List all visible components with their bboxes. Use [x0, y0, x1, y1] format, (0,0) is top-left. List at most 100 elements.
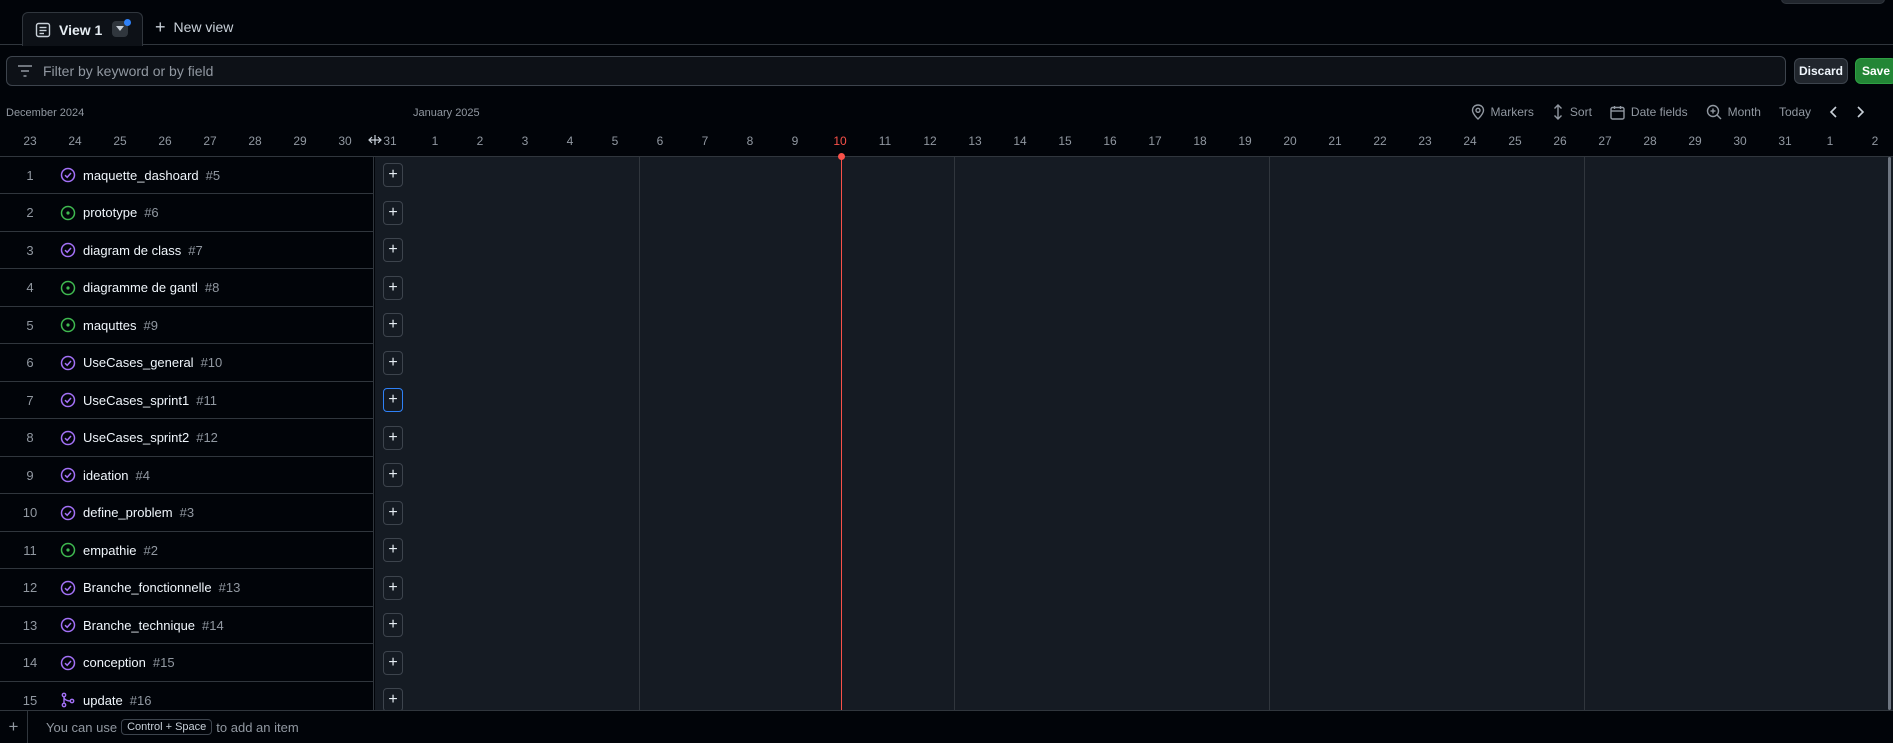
add-item-button[interactable]: +: [0, 710, 28, 743]
issue-closed-icon: [60, 505, 76, 521]
item-title-link[interactable]: prototype: [83, 205, 137, 220]
add-dates-button[interactable]: +: [383, 275, 403, 300]
day-label: 16: [1103, 134, 1117, 148]
add-dates-button[interactable]: +: [383, 688, 403, 712]
day-label: 26: [1553, 134, 1567, 148]
issue-number: #16: [129, 692, 152, 708]
day-label: 23: [1418, 134, 1432, 148]
plus-icon: +: [388, 503, 398, 521]
table-row[interactable]: 1 maquette_dashoard #5: [0, 157, 373, 194]
resize-arrows-icon: [368, 135, 382, 145]
issue-number: #4: [135, 467, 151, 483]
row-number: 3: [26, 242, 34, 258]
table-row[interactable]: 4 diagramme de gantl #8: [0, 270, 373, 307]
item-title-link[interactable]: empathie: [83, 543, 136, 558]
date-fields-button[interactable]: Date fields: [1610, 105, 1688, 120]
row-number: 14: [22, 655, 38, 670]
sort-button[interactable]: Sort: [1552, 104, 1592, 120]
previous-button[interactable]: [1829, 106, 1845, 118]
triangle-down-icon: [116, 26, 124, 31]
item-title-link[interactable]: diagramme de gantl: [83, 280, 198, 295]
table-row[interactable]: 14 conception #15: [0, 645, 373, 682]
issue-number: #6: [144, 205, 159, 220]
day-label: 14: [1013, 134, 1027, 148]
table-row[interactable]: 7 UseCases_sprint1 #11: [0, 382, 373, 419]
discard-button[interactable]: Discard: [1794, 58, 1848, 84]
filter-input[interactable]: Filter by keyword or by field: [6, 56, 1786, 86]
table-row[interactable]: 12 Branche_fonctionnelle #13: [0, 570, 373, 607]
item-title-link[interactable]: Branche_fonctionnelle: [83, 580, 212, 595]
item-title-link[interactable]: update: [83, 693, 123, 708]
add-dates-button[interactable]: +: [383, 350, 403, 375]
row-number: 4: [26, 280, 34, 295]
item-title-link[interactable]: UseCases_sprint2: [83, 430, 189, 445]
item-title-link[interactable]: UseCases_general: [83, 355, 194, 370]
add-dates-button[interactable]: +: [383, 313, 403, 337]
add-dates-button[interactable]: +: [383, 500, 403, 525]
item-title-link[interactable]: UseCases_sprint1: [83, 393, 189, 408]
add-dates-button[interactable]: +: [383, 388, 403, 412]
day-label: 28: [248, 134, 262, 148]
add-dates-button[interactable]: +: [383, 425, 403, 450]
issue-closed-icon: [60, 467, 76, 483]
table-row[interactable]: 15 update #16: [0, 682, 373, 710]
item-title-link[interactable]: maquttes: [83, 318, 136, 333]
column-resize-handle[interactable]: [368, 134, 382, 149]
table-row[interactable]: 2 prototype #6: [0, 195, 373, 232]
zoom-label: Month: [1727, 105, 1761, 119]
week-separator: [639, 157, 640, 710]
plus-icon: +: [388, 278, 398, 296]
row-number: 10: [22, 505, 38, 520]
window-controls[interactable]: [1781, 0, 1885, 4]
table-row[interactable]: 5 maquttes #9: [0, 307, 373, 344]
day-label: 15: [1058, 134, 1072, 148]
add-dates-button[interactable]: +: [383, 238, 403, 262]
add-dates-button[interactable]: +: [383, 463, 403, 487]
item-title-link[interactable]: conception: [83, 655, 146, 670]
vertical-scrollbar[interactable]: [1888, 157, 1891, 710]
day-label: 27: [1598, 134, 1612, 148]
row-number: 8: [26, 430, 34, 445]
table-row[interactable]: 13 Branche_technique #14: [0, 607, 373, 644]
add-dates-button[interactable]: +: [383, 538, 403, 562]
plus-icon: +: [388, 541, 398, 558]
item-title-link[interactable]: define_problem: [83, 505, 173, 520]
table-row[interactable]: 3 diagram de class #7: [0, 232, 373, 269]
table-row[interactable]: 10 define_problem #3: [0, 495, 373, 532]
add-dates-button[interactable]: +: [383, 650, 403, 675]
item-title-link[interactable]: diagram de class: [83, 243, 181, 258]
new-view-button[interactable]: + New view: [155, 18, 233, 36]
table-row[interactable]: 11 empathie #2: [0, 532, 373, 569]
add-dates-button[interactable]: +: [383, 163, 403, 187]
issue-open-icon: [60, 542, 76, 558]
add-dates-button[interactable]: +: [383, 200, 403, 225]
day-label: 9: [791, 134, 799, 148]
view-options-button[interactable]: [112, 19, 131, 37]
next-button[interactable]: [1855, 106, 1871, 118]
day-label: 30: [338, 134, 352, 148]
issue-open-icon: [60, 280, 76, 296]
day-header-row: 23 24 25 26 27 28 29 30 31 1 2 3 4 5 6 7 8 9 10 11 12 13 14 15 1…: [0, 130, 1893, 157]
week-separator: [1269, 157, 1270, 710]
item-title-link[interactable]: maquette_dashoard: [83, 168, 199, 183]
issue-number: #11: [196, 392, 217, 408]
markers-button[interactable]: Markers: [1471, 104, 1534, 120]
add-dates-button[interactable]: +: [383, 613, 403, 637]
table-row[interactable]: 9 ideation #4: [0, 457, 373, 494]
zoom-button[interactable]: Month: [1706, 104, 1761, 120]
keyboard-shortcut: Control + Space: [121, 719, 213, 735]
table-row[interactable]: 6 UseCases_general #10: [0, 345, 373, 382]
table-row[interactable]: 8 UseCases_sprint2 #12: [0, 420, 373, 457]
today-button[interactable]: Today: [1779, 105, 1811, 119]
issue-closed-icon: [60, 355, 76, 371]
item-title-link[interactable]: Branche_technique: [83, 618, 195, 633]
week-separator: [954, 157, 955, 710]
issue-closed-icon: [60, 655, 76, 671]
save-button[interactable]: Save: [1855, 58, 1893, 84]
issue-number: #13: [218, 580, 241, 595]
tab-view-1[interactable]: View 1: [22, 12, 143, 46]
add-dates-button[interactable]: +: [383, 575, 403, 600]
issue-number: #12: [196, 430, 218, 445]
item-title-link[interactable]: ideation: [83, 468, 129, 483]
today-marker-dot: [838, 153, 845, 160]
